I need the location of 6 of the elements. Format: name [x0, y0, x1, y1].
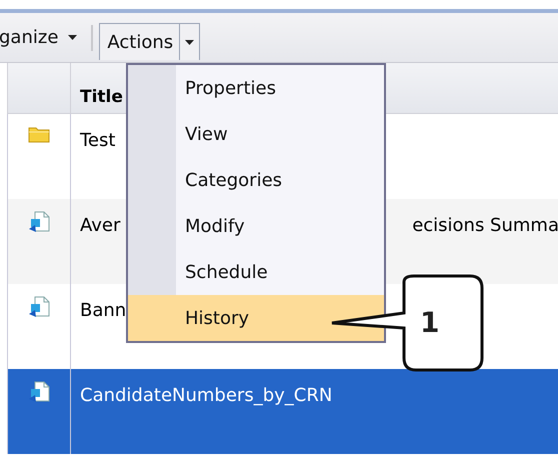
- report-title: Bann: [80, 300, 126, 323]
- callout-number: 1: [420, 306, 440, 339]
- report-title: ecisions Summa: [412, 215, 558, 238]
- report-title: CandidateNumbers_by_CRN: [80, 385, 332, 408]
- report-title: Test: [80, 130, 116, 153]
- report-title: Aver: [80, 215, 120, 238]
